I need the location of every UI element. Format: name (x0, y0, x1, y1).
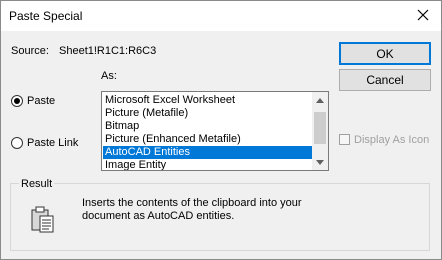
scrollbar-thumb[interactable] (314, 112, 326, 144)
list-item[interactable]: Picture (Enhanced Metafile) (103, 133, 313, 146)
title-bar: Paste Special (1, 1, 441, 31)
ok-button-label: OK (376, 46, 394, 61)
dialog-title: Paste Special (9, 9, 83, 23)
clipboard-paste-icon (31, 206, 55, 237)
close-icon[interactable] (413, 5, 433, 25)
result-group-label: Result (19, 178, 55, 190)
result-description-line2: document as AutoCAD entities. (82, 210, 235, 222)
paste-radio-label[interactable]: Paste (27, 95, 55, 107)
cancel-button[interactable]: Cancel (339, 69, 431, 91)
scroll-down-arrow-icon[interactable] (312, 154, 328, 170)
display-as-icon-checkbox[interactable] (339, 134, 350, 145)
cancel-button-label: Cancel (366, 73, 404, 87)
display-as-icon-label: Display As Icon (354, 134, 430, 146)
paste-radio[interactable] (11, 95, 23, 107)
scroll-up-arrow-icon[interactable] (312, 92, 328, 108)
radio-selected-dot (14, 98, 20, 104)
source-value: Sheet1!R1C1:R6C3 (59, 45, 157, 57)
ok-button[interactable]: OK (339, 42, 431, 65)
listbox-scrollbar[interactable] (312, 92, 328, 170)
list-item[interactable]: Microsoft Excel Worksheet (103, 94, 313, 107)
paste-as-listbox[interactable]: Microsoft Excel Worksheet Picture (Metaf… (101, 91, 329, 171)
paste-special-dialog: Paste Special Source: Sheet1!R1C1:R6C3 O… (0, 0, 442, 260)
list-item[interactable]: Picture (Metafile) (103, 107, 313, 120)
list-item-selected[interactable]: AutoCAD Entities (103, 146, 313, 159)
result-description-line1: Inserts the contents of the clipboard in… (82, 197, 302, 209)
as-label: As: (101, 70, 117, 82)
source-label: Source: (11, 45, 49, 57)
paste-link-radio[interactable] (11, 137, 23, 149)
list-item[interactable]: Bitmap (103, 120, 313, 133)
paste-link-radio-label[interactable]: Paste Link (27, 137, 78, 149)
list-item[interactable]: Image Entity (103, 159, 313, 170)
